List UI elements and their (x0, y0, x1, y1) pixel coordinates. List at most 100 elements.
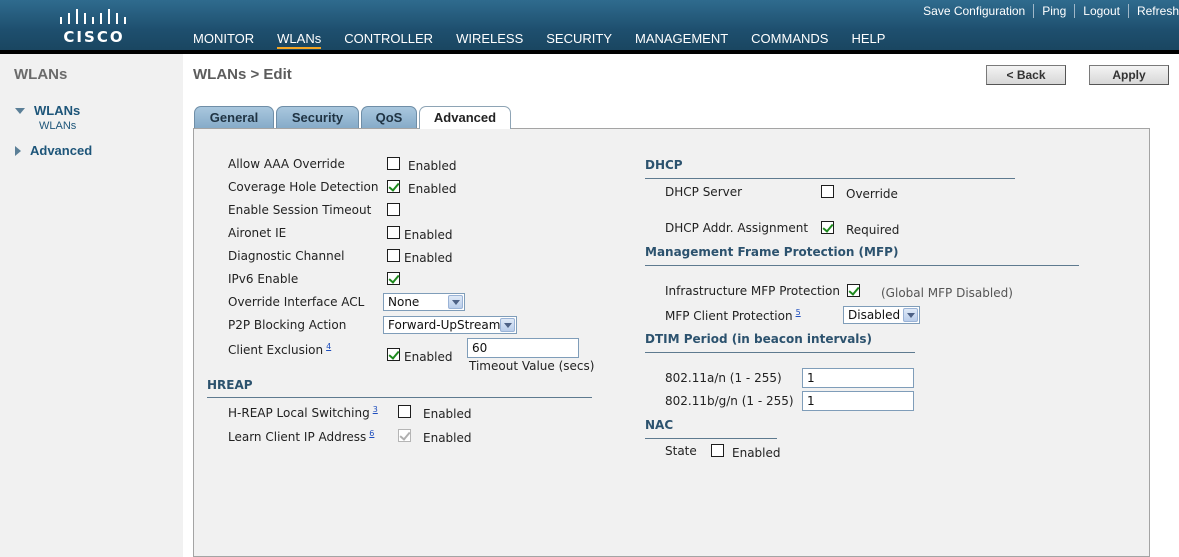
p2p-blocking-label: P2P Blocking Action (228, 318, 347, 332)
dhcp-server-text: Override (846, 187, 898, 201)
top-links: Save Configuration Ping Logout Refresh (915, 4, 1179, 18)
client-exclusion-label: Client Exclusion 4 (228, 342, 332, 357)
cisco-logo: CISCO (58, 6, 130, 46)
session-timeout-label: Enable Session Timeout (228, 203, 372, 217)
p2p-blocking-select[interactable]: Forward-UpStream (383, 316, 517, 334)
cisco-bars-icon (60, 6, 126, 24)
footnote-link[interactable]: 6 (369, 429, 374, 438)
footnote-link[interactable]: 4 (326, 342, 331, 351)
session-timeout-checkbox[interactable] (387, 203, 400, 216)
nac-state-checkbox[interactable] (711, 444, 724, 457)
learn-client-ip-label: Learn Client IP Address 6 (228, 429, 375, 444)
mfp-divider (645, 265, 1079, 266)
learn-client-ip-text: Enabled (423, 431, 472, 445)
dtim-divider (645, 352, 915, 353)
aironet-ie-checkbox[interactable] (387, 226, 400, 239)
sidebar-subitem-wlans[interactable]: WLANs (39, 120, 76, 132)
brand-wordmark: CISCO (63, 28, 125, 46)
coverage-hole-text: Enabled (408, 182, 457, 196)
hreap-heading: HREAP (207, 378, 253, 392)
client-exclusion-text: Enabled (404, 350, 453, 364)
hreap-local-switching-text: Enabled (423, 407, 472, 421)
dhcp-addr-assignment-label: DHCP Addr. Assignment (665, 221, 809, 235)
hreap-local-switching-checkbox[interactable] (398, 405, 411, 418)
ipv6-enable-checkbox[interactable] (387, 272, 400, 285)
page-title: WLANs > Edit (193, 66, 292, 83)
expanded-caret-icon (15, 107, 25, 114)
nav-management[interactable]: MANAGEMENT (635, 31, 728, 49)
save-configuration-link[interactable]: Save Configuration (915, 4, 1035, 18)
mfp-client-protection-label: MFP Client Protection 5 (665, 308, 801, 323)
chevron-down-icon (903, 308, 918, 322)
nac-state-text: Enabled (732, 446, 781, 460)
override-acl-label: Override Interface ACL (228, 295, 365, 309)
nav-wlans[interactable]: WLANs (277, 31, 322, 49)
hreap-divider (207, 397, 592, 398)
mfp-client-protection-value: Disabled (848, 308, 901, 322)
timeout-value-label: Timeout Value (secs) (469, 359, 595, 373)
dtim-heading: DTIM Period (in beacon intervals) (645, 332, 873, 346)
allow-aaa-override-checkbox[interactable] (387, 157, 400, 170)
dhcp-addr-assignment-text: Required (846, 223, 900, 237)
nac-state-label: State (665, 444, 697, 458)
chevron-down-icon (500, 318, 515, 332)
nav-controller[interactable]: CONTROLLER (344, 31, 433, 49)
collapsed-caret-icon (15, 145, 21, 156)
sidebar-item-wlans[interactable]: WLANs (15, 103, 80, 118)
mfp-client-protection-select[interactable]: Disabled (843, 306, 920, 324)
aironet-ie-text: Enabled (404, 228, 453, 242)
nav-wireless[interactable]: WIRELESS (456, 31, 523, 49)
diagnostic-channel-label: Diagnostic Channel (228, 249, 345, 263)
tab-advanced[interactable]: Advanced (419, 106, 511, 129)
tab-general[interactable]: General (194, 106, 274, 128)
footnote-link[interactable]: 3 (373, 405, 378, 414)
tab-qos[interactable]: QoS (361, 106, 417, 128)
diagnostic-channel-checkbox[interactable] (387, 249, 400, 262)
tab-security[interactable]: Security (276, 106, 359, 128)
client-exclusion-checkbox[interactable] (387, 348, 400, 361)
nav-help[interactable]: HELP (851, 31, 885, 49)
infrastructure-mfp-label: Infrastructure MFP Protection (665, 284, 840, 298)
dhcp-server-label: DHCP Server (665, 185, 743, 199)
allow-aaa-override-label: Allow AAA Override (228, 157, 345, 171)
ping-link[interactable]: Ping (1034, 4, 1076, 18)
dtim-a-n-input[interactable]: 1 (802, 368, 914, 388)
nac-divider (645, 438, 777, 439)
back-button[interactable]: < Back (986, 65, 1066, 85)
top-banner: CISCO Save Configuration Ping Logout Ref… (0, 0, 1179, 54)
override-acl-select[interactable]: None (383, 293, 465, 311)
dhcp-divider (645, 178, 1015, 179)
learn-client-ip-checkbox (398, 429, 411, 442)
sidebar: WLANs WLANs WLANs Advanced (0, 54, 183, 557)
coverage-hole-checkbox[interactable] (387, 180, 400, 193)
aironet-ie-label: Aironet IE (228, 226, 287, 240)
dhcp-heading: DHCP (645, 158, 683, 172)
dhcp-server-checkbox[interactable] (821, 185, 834, 198)
global-mfp-note: (Global MFP Disabled) (881, 286, 1013, 300)
diagnostic-channel-text: Enabled (404, 251, 453, 265)
p2p-blocking-value: Forward-UpStream (388, 318, 501, 332)
mfp-heading: Management Frame Protection (MFP) (645, 245, 899, 259)
dhcp-addr-assignment-checkbox[interactable] (821, 221, 834, 234)
logout-link[interactable]: Logout (1075, 4, 1129, 18)
nav-monitor[interactable]: MONITOR (193, 31, 254, 49)
dtim-a-n-label: 802.11a/n (1 - 255) (665, 371, 782, 385)
sidebar-title: WLANs (14, 66, 68, 83)
dtim-b-g-n-label: 802.11b/g/n (1 - 255) (665, 394, 794, 408)
sidebar-item-label: WLANs (34, 103, 81, 118)
chevron-down-icon (448, 295, 463, 309)
footnote-link[interactable]: 5 (796, 308, 801, 317)
dtim-b-g-n-input[interactable]: 1 (802, 391, 914, 411)
ipv6-enable-label: IPv6 Enable (228, 272, 299, 286)
coverage-hole-label: Coverage Hole Detection (228, 180, 379, 194)
refresh-link[interactable]: Refresh (1129, 4, 1179, 18)
nav-commands[interactable]: COMMANDS (751, 31, 828, 49)
nav-security[interactable]: SECURITY (546, 31, 612, 49)
nac-heading: NAC (645, 418, 674, 432)
sidebar-item-advanced[interactable]: Advanced (15, 143, 92, 158)
hreap-local-switching-label: H-REAP Local Switching 3 (228, 405, 378, 420)
infrastructure-mfp-checkbox[interactable] (847, 284, 860, 297)
sidebar-item-label: Advanced (30, 143, 93, 158)
apply-button[interactable]: Apply (1089, 65, 1169, 85)
timeout-value-input[interactable]: 60 (467, 338, 579, 358)
